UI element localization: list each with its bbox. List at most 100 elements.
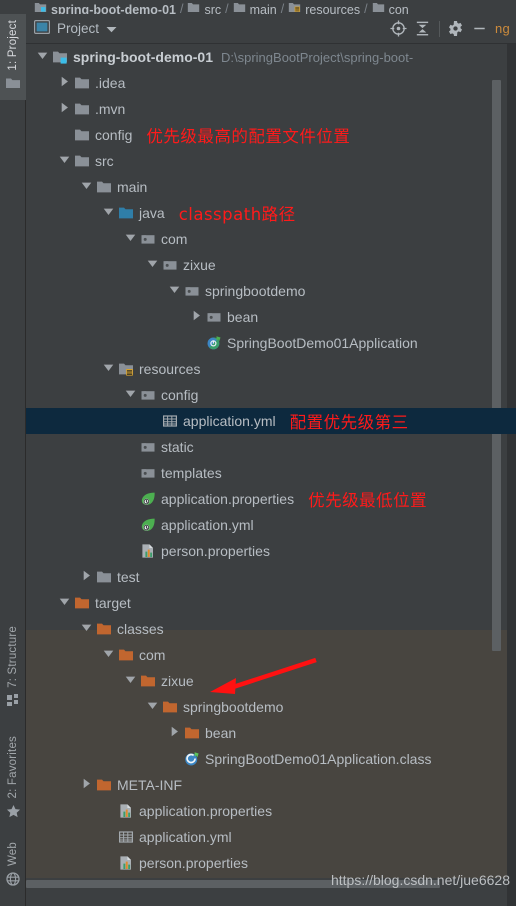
chevron-right-icon[interactable] [58, 101, 74, 117]
gear-icon[interactable] [444, 18, 468, 40]
rail-button-web[interactable]: Web [0, 842, 26, 889]
tree-row-label: person.properties [139, 855, 248, 871]
excluded-folder-icon [162, 699, 183, 715]
chevron-down-icon[interactable] [58, 595, 74, 611]
chevron-down-icon[interactable] [80, 621, 96, 637]
rail-button-favorites[interactable]: 2: Favorites [0, 736, 26, 822]
scroll-from-source-icon[interactable] [387, 18, 411, 40]
tree-row[interactable]: META-INF [26, 772, 516, 798]
chevron-down-icon[interactable] [124, 231, 140, 247]
tree-row[interactable]: SpringBootDemo01Application.class [26, 746, 516, 772]
tree-row[interactable]: static [26, 434, 516, 460]
tree-row[interactable]: application.properties 优先级最低位置 [26, 486, 516, 512]
tree-row[interactable]: target [26, 590, 516, 616]
rail-button-project[interactable]: 1: Project [0, 14, 26, 100]
red-text-annotation: 优先级最高的配置文件位置 [146, 127, 351, 146]
tree-row[interactable]: config [26, 382, 516, 408]
excluded-folder-icon [184, 725, 205, 741]
tree-row[interactable]: .mvn [26, 96, 516, 122]
rail-label-web: Web [7, 842, 19, 867]
excluded-folder-icon [74, 595, 95, 611]
chevron-down-icon[interactable] [80, 179, 96, 195]
folder-icon [96, 179, 117, 195]
tree-row[interactable]: bean [26, 304, 516, 330]
package-icon [140, 439, 161, 455]
project-view-icon [34, 20, 51, 37]
rail-button-structure[interactable]: 7: Structure [0, 626, 26, 710]
chevron-down-icon[interactable] [124, 387, 140, 403]
breadcrumb[interactable]: spring-boot-demo-01/src / main / resources / c… [0, 0, 516, 14]
chevron-right-icon[interactable] [80, 569, 96, 585]
tree-row[interactable]: zixue [26, 252, 516, 278]
project-tree[interactable]: spring-boot-demo-01 D:\springBootProject\… [26, 44, 516, 889]
tree-row[interactable]: springbootdemo [26, 278, 516, 304]
tree-row[interactable]: config 优先级最高的配置文件位置 [26, 122, 516, 148]
chevron-down-icon[interactable] [124, 673, 140, 689]
tree-row[interactable]: resources [26, 356, 516, 382]
tree-row[interactable]: com [26, 642, 516, 668]
breadcrumb-separator: / [364, 2, 368, 14]
chevron-down-icon[interactable] [146, 257, 162, 273]
tree-row[interactable]: main [26, 174, 516, 200]
package-icon [206, 309, 227, 325]
breadcrumb-item-main[interactable]: main [233, 0, 277, 14]
chevron-right-icon[interactable] [58, 75, 74, 91]
tree-row[interactable]: test [26, 564, 516, 590]
chevron-down-icon[interactable] [106, 21, 117, 36]
red-text-annotation: classpath路径 [178, 205, 296, 224]
chevron-down-icon[interactable] [146, 699, 162, 715]
tree-row[interactable]: classes [26, 616, 516, 642]
globe-icon [6, 872, 20, 889]
tree-row[interactable]: java classpath路径 [26, 200, 516, 226]
resources-folder-icon [288, 0, 301, 14]
tree-row-label: springbootdemo [205, 283, 306, 299]
minimize-icon[interactable] [468, 18, 492, 40]
tool-window-header: Project ng [26, 14, 516, 44]
tree-row[interactable]: springbootdemo [26, 694, 516, 720]
folder-icon [96, 569, 117, 585]
chevron-down-icon[interactable] [102, 647, 118, 663]
project-view-selector[interactable]: Project [34, 20, 117, 37]
tree-row[interactable]: templates [26, 460, 516, 486]
breadcrumb-item-spring-boot-demo-01[interactable]: spring-boot-demo-01 [34, 0, 176, 14]
chevron-right-icon[interactable] [190, 309, 206, 325]
tree-row[interactable]: src [26, 148, 516, 174]
tree-row[interactable]: zixue [26, 668, 516, 694]
chevron-right-icon[interactable] [80, 777, 96, 793]
chevron-down-icon[interactable] [102, 205, 118, 221]
breadcrumb-item-resources[interactable]: resources [288, 0, 360, 14]
excluded-folder-icon [96, 621, 117, 637]
chevron-down-icon[interactable] [168, 283, 184, 299]
tree-row[interactable]: application.properties [26, 798, 516, 824]
tree-row-label: target [95, 595, 131, 611]
chevron-right-icon[interactable] [168, 725, 184, 741]
collapse-all-icon[interactable] [411, 18, 435, 40]
tree-row-label: springbootdemo [183, 699, 284, 715]
chevron-down-icon[interactable] [102, 361, 118, 377]
tree-row-label: bean [205, 725, 237, 741]
chevron-down-icon[interactable] [58, 153, 74, 169]
folder-icon [74, 153, 95, 169]
breadcrumb-item-con[interactable]: con [372, 0, 409, 14]
tree-row-path: D:\springBootProject\spring-boot- [221, 49, 414, 65]
tree-row[interactable]: .idea [26, 70, 516, 96]
tree-row[interactable]: application.yml 配置优先级第三 [26, 408, 516, 434]
breadcrumb-item-src[interactable]: src [187, 0, 221, 14]
tree-row[interactable]: bean [26, 720, 516, 746]
breadcrumb-item-label: con [388, 3, 409, 14]
breadcrumb-separator: / [280, 2, 285, 14]
tree-row-label: classes [117, 621, 164, 637]
tree-row[interactable]: spring-boot-demo-01 D:\springBootProject\… [26, 44, 516, 70]
tree-row[interactable]: SpringBootDemo01Application [26, 330, 516, 356]
tree-row[interactable]: application.yml [26, 824, 516, 850]
chevron-down-icon[interactable] [36, 49, 52, 65]
tree-row[interactable]: person.properties [26, 538, 516, 564]
tree-row[interactable]: com [26, 226, 516, 252]
tree-row[interactable]: application.yml [26, 512, 516, 538]
resources-folder-icon [118, 361, 139, 377]
